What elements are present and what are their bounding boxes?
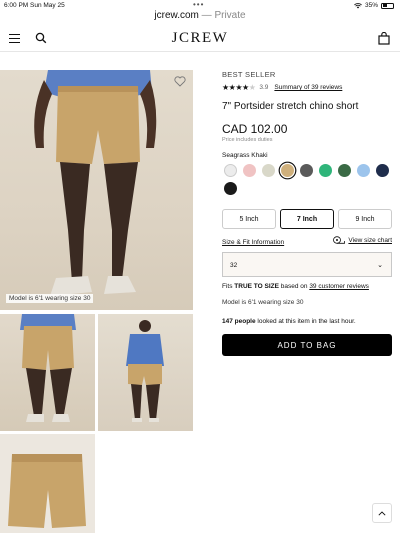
inseam-option-7[interactable]: 7 Inch [280, 209, 334, 229]
fit-prefix: Fits [222, 283, 235, 290]
scroll-to-top-button[interactable] [372, 503, 392, 523]
color-swatch[interactable] [338, 164, 351, 177]
status-right: 35% [354, 2, 394, 9]
thumbnail-back-view[interactable] [0, 314, 95, 431]
rating-stars: ★★★★★ [222, 83, 256, 92]
size-chart-label: View size chart [348, 236, 392, 244]
color-swatch[interactable] [224, 182, 237, 195]
chevron-up-icon [378, 510, 386, 516]
thumbnail-flat-lay[interactable] [0, 434, 95, 533]
add-to-bag-button[interactable]: ADD TO BAG [222, 334, 392, 356]
color-swatch[interactable] [281, 164, 294, 177]
url-separator: — [198, 10, 215, 21]
color-swatch[interactable] [319, 164, 332, 177]
url-domain: jcrew.com [154, 10, 199, 21]
reviews-summary-link[interactable]: Summary of 39 reviews [274, 84, 342, 91]
fit-row: Size & Fit Information View size chart [222, 236, 392, 246]
color-swatch[interactable] [300, 164, 313, 177]
customer-reviews-link[interactable]: 39 customer reviews [309, 283, 369, 290]
product-price: CAD 102.00 [222, 122, 288, 136]
selected-color-name: Seagrass Khaki [222, 152, 268, 159]
model-front-photo [34, 70, 157, 296]
wifi-icon [354, 2, 362, 8]
tape-measure-icon [333, 236, 346, 244]
model-full-photo [126, 320, 164, 422]
looked-count: 147 people [222, 318, 256, 325]
model-back-photo [20, 314, 76, 422]
size-select[interactable]: 32 ⌄ [222, 252, 392, 277]
fit-summary: Fits TRUE TO SIZE based on 39 customer r… [222, 283, 369, 290]
color-swatch[interactable] [376, 164, 389, 177]
color-swatch[interactable] [224, 164, 237, 177]
inseam-option-5[interactable]: 5 Inch [222, 209, 276, 229]
color-swatch[interactable] [243, 164, 256, 177]
duties-note: Price includes duties [222, 137, 273, 143]
rating-value: 3.9 [259, 84, 269, 91]
address-bar[interactable]: jcrew.com — Private [0, 10, 400, 24]
true-to-size-label: TRUE TO SIZE [234, 283, 279, 290]
status-time: 6:00 PM [4, 2, 29, 9]
private-label: Private [214, 10, 246, 21]
model-caption: Model is 6'1 wearing size 30 [6, 294, 94, 303]
wishlist-heart-icon[interactable] [174, 76, 186, 87]
model-wear-text: Model is 6'1 wearing size 30 [222, 299, 304, 306]
best-seller-badge: BEST SELLER [222, 70, 276, 79]
site-header: JCREW [0, 26, 400, 52]
looked-text: looked at this item in the last hour. [255, 318, 356, 325]
battery-percent: 35% [364, 2, 378, 9]
color-swatch[interactable] [262, 164, 275, 177]
bag-icon[interactable] [378, 32, 390, 45]
rating-row: ★★★★★ 3.9 Summary of 39 reviews [222, 83, 342, 92]
size-select-value: 32 [230, 262, 238, 269]
main-product-image[interactable] [0, 70, 193, 310]
jcrew-logo[interactable]: JCREW [0, 30, 400, 47]
battery-icon [381, 2, 394, 9]
fit-mid: based on [278, 283, 310, 290]
tab-dots[interactable]: ••• [193, 0, 204, 9]
status-date: Sun May 25 [30, 2, 65, 9]
size-chart-link[interactable]: View size chart [333, 236, 392, 244]
color-swatch[interactable] [357, 164, 370, 177]
thumbnail-full-view[interactable] [98, 314, 193, 431]
inseam-option-9[interactable]: 9 Inch [338, 209, 392, 229]
social-proof-text: 147 people looked at this item in the la… [222, 318, 356, 325]
chevron-down-icon: ⌄ [377, 262, 383, 269]
product-title: 7" Portsider stretch chino short [222, 101, 359, 112]
shorts-flat-photo [8, 454, 86, 528]
size-fit-info-link[interactable]: Size & Fit Information [222, 239, 284, 246]
